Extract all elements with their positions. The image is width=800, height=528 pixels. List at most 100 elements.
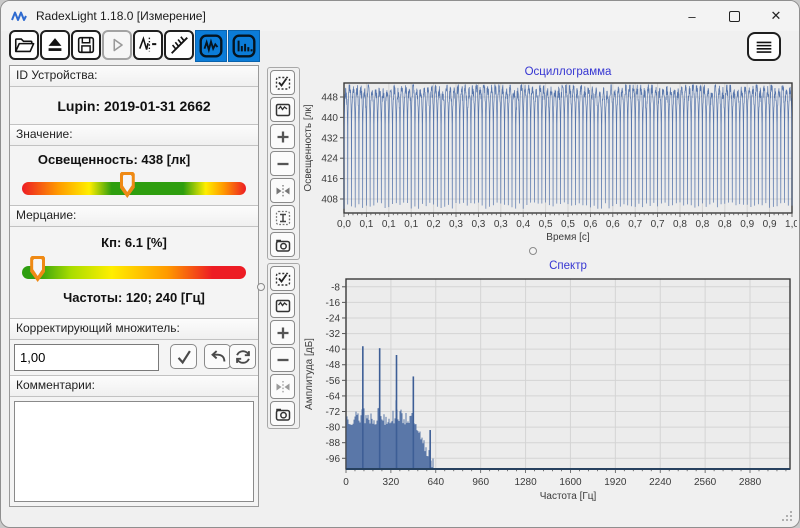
app-window: RadexLight 1.18.0 [Измерение] – ✕ ID Уст… (0, 0, 800, 528)
svg-text:0,3: 0,3 (494, 219, 508, 230)
svg-text:0,8: 0,8 (673, 219, 687, 230)
spec-select-zoom-button[interactable] (270, 266, 295, 291)
spectrum-chart[interactable]: 0 320 640 960 1280 1600 1920 2240 2560 2880 -8 -16 -… (301, 257, 797, 507)
multiplier-input[interactable] (14, 344, 159, 371)
osc-fit-horizontal-button[interactable] (270, 178, 295, 203)
osc-snapshot-button[interactable] (270, 232, 295, 257)
comments-section (10, 397, 258, 506)
maximize-button[interactable] (713, 1, 755, 31)
zoom-in-icon (277, 131, 288, 142)
svg-text:320: 320 (383, 477, 400, 488)
menu-button[interactable] (747, 32, 781, 61)
light-rays-icon (171, 36, 188, 54)
camera-icon (275, 408, 290, 421)
window-title: RadexLight 1.18.0 [Измерение] (36, 9, 206, 23)
svg-text:-32: -32 (326, 329, 341, 340)
vertical-splitter-handle[interactable] (257, 283, 265, 291)
svg-text:-64: -64 (326, 391, 341, 402)
flicker-scale (22, 256, 246, 282)
multiplier-section (10, 340, 258, 375)
svg-text:640: 640 (427, 477, 444, 488)
svg-text:-56: -56 (326, 376, 341, 387)
signal-measure-icon (139, 36, 157, 52)
svg-text:Время [с]: Время [с] (546, 232, 590, 243)
spectrum-toolbar (267, 263, 300, 429)
svg-text:-8: -8 (331, 282, 340, 293)
measurement-panel: ID Устройства: Lupin: 2019-01-31 2662 Зн… (9, 65, 259, 507)
measure-button[interactable] (133, 30, 163, 60)
svg-text:Спектр: Спектр (549, 260, 587, 272)
device-id-header: ID Устройства: (10, 66, 258, 87)
fit-view-icon (275, 299, 290, 312)
illuminance-section: Освещенность: 438 [лк] (10, 146, 258, 205)
svg-text:0,7: 0,7 (628, 219, 642, 230)
svg-text:424: 424 (321, 154, 338, 165)
spec-fit-view-button[interactable] (270, 293, 295, 318)
play-icon (113, 38, 123, 52)
undo-multiplier-button[interactable] (204, 344, 231, 369)
minimize-button[interactable]: – (671, 1, 713, 31)
svg-text:1600: 1600 (559, 477, 582, 488)
save-icon (77, 36, 95, 54)
osc-select-zoom-button[interactable] (270, 70, 295, 95)
titlebar: RadexLight 1.18.0 [Измерение] – ✕ (1, 1, 799, 31)
oscillogram-view-button[interactable] (195, 30, 227, 62)
camera-icon (275, 239, 290, 252)
app-icon (11, 11, 27, 21)
window-controls: – ✕ (671, 1, 797, 31)
open-file-button[interactable] (9, 30, 39, 60)
svg-text:0,3: 0,3 (449, 219, 463, 230)
illuminance-value: Освещенность: 438 [лк] (37, 152, 191, 167)
svg-text:416: 416 (321, 174, 338, 185)
chart-splitter-handle[interactable] (529, 247, 537, 255)
zoom-in-icon (277, 327, 288, 338)
play-button[interactable] (102, 30, 132, 60)
svg-text:0,4: 0,4 (516, 219, 530, 230)
illuminance-marker (119, 172, 135, 198)
svg-text:-40: -40 (326, 345, 341, 356)
svg-text:0,8: 0,8 (695, 219, 709, 230)
spec-snapshot-button[interactable] (270, 401, 295, 426)
spec-zoom-out-button[interactable] (270, 347, 295, 372)
svg-text:2240: 2240 (649, 477, 672, 488)
spec-fit-horizontal-button[interactable] (270, 374, 295, 399)
osc-zoom-in-button[interactable] (270, 124, 295, 149)
svg-text:0,5: 0,5 (561, 219, 575, 230)
close-icon: ✕ (770, 8, 782, 23)
resize-grip[interactable] (782, 511, 792, 521)
svg-text:0,2: 0,2 (427, 219, 441, 230)
svg-text:-16: -16 (326, 298, 341, 309)
oscillogram-toolbar (267, 67, 300, 260)
osc-fit-view-button[interactable] (270, 97, 295, 122)
zoom-out-icon (277, 358, 288, 361)
svg-text:432: 432 (321, 133, 338, 144)
flicker-kp-value: Кп: 6.1 [%] (101, 235, 167, 250)
svg-text:0,8: 0,8 (718, 219, 732, 230)
svg-text:960: 960 (472, 477, 489, 488)
osc-fit-vertical-button[interactable] (270, 205, 295, 230)
comments-input[interactable] (14, 401, 254, 502)
close-button[interactable]: ✕ (755, 1, 797, 31)
light-sensor-button[interactable] (164, 30, 194, 60)
undo-icon (210, 349, 225, 362)
apply-multiplier-button[interactable] (170, 344, 197, 369)
maximize-icon (728, 10, 740, 22)
svg-text:-24: -24 (326, 313, 341, 324)
flicker-section: Кп: 6.1 [%] Частоты: 120; 240 [Гц] (10, 227, 258, 318)
svg-text:440: 440 (321, 113, 338, 124)
zoom-out-icon (277, 162, 288, 165)
svg-text:0,1: 0,1 (382, 219, 396, 230)
svg-text:Осциллограмма: Осциллограмма (525, 66, 612, 78)
spec-zoom-in-button[interactable] (270, 320, 295, 345)
svg-text:Частота [Гц]: Частота [Гц] (540, 491, 597, 502)
save-button[interactable] (71, 30, 101, 60)
svg-text:Амплитуда [дБ]: Амплитуда [дБ] (304, 338, 315, 410)
svg-text:-88: -88 (326, 438, 341, 449)
eject-button[interactable] (40, 30, 70, 60)
oscillogram-chart[interactable]: 448 440 432 424 416 408 0,0 0,1 0,1 0,1 0,2 0,3 0,3 0… (301, 63, 797, 255)
spectrum-view-button[interactable] (228, 30, 260, 62)
osc-zoom-out-button[interactable] (270, 151, 295, 176)
svg-text:0: 0 (343, 477, 349, 488)
refresh-multiplier-button[interactable] (229, 344, 256, 369)
check-icon (177, 350, 191, 364)
